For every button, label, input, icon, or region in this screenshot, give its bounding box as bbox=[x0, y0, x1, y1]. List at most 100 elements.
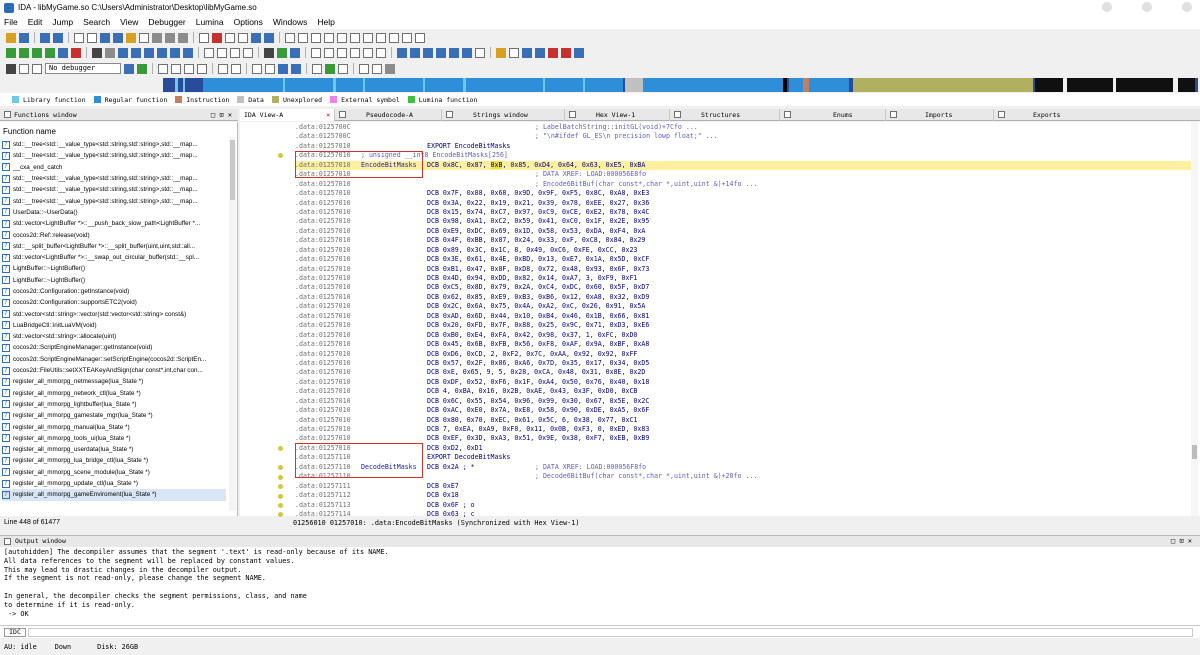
navigation-band[interactable] bbox=[163, 78, 1198, 92]
code-line[interactable]: .data:01257010 DCB 4, 0xBA, 0x16, 0x2B, 0… bbox=[295, 387, 1195, 396]
code-line[interactable]: .data:01257010 DCB 0xDF, 0x52, 0xF6, 0x1F… bbox=[295, 378, 1195, 387]
trace-icon[interactable] bbox=[225, 32, 235, 43]
xref3-icon[interactable] bbox=[144, 47, 154, 58]
function-list-item[interactable]: f std::vector<LightBuffer *>::__swap_out_… bbox=[2, 252, 226, 263]
delete-icon[interactable] bbox=[71, 47, 81, 58]
xref2-icon[interactable] bbox=[131, 47, 141, 58]
func-icon[interactable] bbox=[92, 47, 102, 58]
function-list-item[interactable]: f register_all_mmorpg_update_ctl(lua_Stat… bbox=[2, 478, 226, 489]
find-error-icon[interactable] bbox=[415, 32, 425, 43]
menu-windows[interactable]: Windows bbox=[273, 17, 307, 27]
xref-icon[interactable] bbox=[118, 47, 128, 58]
stop-icon[interactable] bbox=[32, 63, 42, 74]
code-line[interactable]: .data:0125700C ; LabelBatchString::initGL… bbox=[295, 123, 1195, 132]
add2-icon[interactable] bbox=[19, 47, 29, 58]
tool2-icon[interactable] bbox=[324, 47, 334, 58]
code-line[interactable]: .data:01257010 DCB 0x45, 0x6B, 0xFB, 0x56… bbox=[295, 340, 1195, 349]
tab-hexview[interactable]: Hex View-1 bbox=[565, 108, 670, 121]
code-line[interactable]: .data:01257010 DCB 0x98, 0xA1, 0xC2, 0x59… bbox=[295, 217, 1195, 226]
code-line[interactable]: .data:01257010 DCB 0x57, 0x2F, 0x86, 0xA6… bbox=[295, 359, 1195, 368]
function-list-item[interactable]: f LightBuffer::~LightBuffer() bbox=[2, 275, 226, 286]
patch-icon[interactable] bbox=[126, 32, 136, 43]
tab-enums[interactable]: Enums bbox=[780, 108, 886, 121]
menu-debugger[interactable]: Debugger bbox=[148, 17, 185, 27]
code-line[interactable]: .data:01257010 EXPORT EncodeBitMasks bbox=[295, 142, 1195, 151]
code-line[interactable]: .data:01257010; DATA XREF: LOAD:000056E8… bbox=[295, 170, 1195, 179]
code-line[interactable]: .data:01257010 DCB 0x89, 0x3C, 0x1C, 8, 0… bbox=[295, 246, 1195, 255]
find-icon[interactable] bbox=[285, 32, 295, 43]
code-line[interactable]: .data:01257010 DCB 0xB0, 0xE4, 0xFA, 0x42… bbox=[295, 331, 1195, 340]
code-line[interactable]: .data:01257010 DCB 0xB1, 0x47, 0x8F, 0xD8… bbox=[295, 265, 1195, 274]
pause-icon[interactable] bbox=[19, 63, 29, 74]
function-list-item[interactable]: f __cxa_end_catch bbox=[2, 162, 226, 173]
forward-icon[interactable] bbox=[53, 32, 63, 43]
function-list-item[interactable]: f LuaBridgeCtl::initLuaVM(void) bbox=[2, 320, 226, 331]
menu-help[interactable]: Help bbox=[317, 17, 334, 27]
code-line[interactable]: .data:01257111 DCB 0xE7 bbox=[295, 482, 1195, 491]
function-list-item[interactable]: f register_all_mmorpg_lua_bridge_ctl(lua_… bbox=[2, 455, 226, 466]
function-list-item[interactable]: f std::vector<std::string>::vector(std::v… bbox=[2, 308, 226, 319]
list2-icon[interactable] bbox=[217, 47, 227, 58]
selected-value[interactable]: 0xB bbox=[490, 160, 503, 169]
function-list-item[interactable]: f std::__tree<std::__value_type<std::stri… bbox=[2, 184, 226, 195]
func2-icon[interactable] bbox=[105, 47, 115, 58]
code-line[interactable]: .data:01257010 DCB 0xE, 0x65, 9, 5, 0x28,… bbox=[295, 368, 1195, 377]
find-code-icon[interactable] bbox=[350, 32, 360, 43]
function-list-item[interactable]: f cocos2d::ScriptEngineManager::setScript… bbox=[2, 354, 226, 365]
function-list-item[interactable]: f register_all_mmorpg_manual(lua_State *) bbox=[2, 421, 226, 432]
function-list-item[interactable]: f std::__tree<std::__value_type<std::stri… bbox=[2, 150, 226, 161]
op2-icon[interactable] bbox=[410, 47, 420, 58]
tab-ida-view[interactable]: IDA View-A ✕ bbox=[240, 108, 335, 121]
find-imm-icon[interactable] bbox=[337, 32, 347, 43]
maximize-button[interactable] bbox=[1142, 2, 1152, 12]
function-list-item[interactable]: f std::__tree<std::__value_type<std::stri… bbox=[2, 195, 226, 206]
find-next-icon[interactable] bbox=[298, 32, 308, 43]
code-line[interactable]: .data:01257010 DCB 0x4D, 0x94, 0xDD, 0x82… bbox=[295, 274, 1195, 283]
code-line[interactable]: .data:01257010 DCB 0x3E, 0x61, 0x4E, 0xBD… bbox=[295, 255, 1195, 264]
struct-icon[interactable] bbox=[58, 47, 68, 58]
list4-icon[interactable] bbox=[243, 47, 253, 58]
text-icon[interactable] bbox=[199, 32, 209, 43]
code-line[interactable]: .data:01257010 DCB 0xEF, 0x3D, 0xA3, 0x51… bbox=[295, 434, 1195, 443]
proximity-icon[interactable] bbox=[264, 32, 274, 43]
debugger-select[interactable]: No debugger bbox=[45, 63, 121, 74]
trace8-icon[interactable] bbox=[325, 63, 335, 74]
open-icon[interactable] bbox=[6, 32, 16, 43]
ida-view-scrollbar[interactable] bbox=[1191, 122, 1198, 516]
find-expl-icon[interactable] bbox=[389, 32, 399, 43]
code-line[interactable]: .data:01257010; unsigned __int8 EncodeBi… bbox=[295, 151, 1195, 160]
tab-exports[interactable]: Exports bbox=[994, 109, 1100, 121]
tool3-icon[interactable] bbox=[337, 47, 347, 58]
function-list-item[interactable]: f std::vector<std::string>::allocate(uint… bbox=[2, 331, 226, 342]
seg5-icon[interactable] bbox=[548, 47, 558, 58]
find-unexp-icon[interactable] bbox=[376, 32, 386, 43]
code-line[interactable]: .data:01257010 DCB 7, 0xEA, 0xA9, 0xF8, 0… bbox=[295, 425, 1195, 434]
function-list-item[interactable]: f UserData::~UserData() bbox=[2, 207, 226, 218]
xref5-icon[interactable] bbox=[170, 47, 180, 58]
trace1-icon[interactable] bbox=[218, 63, 228, 74]
breakpoint-icon[interactable] bbox=[212, 32, 222, 43]
tool6-icon[interactable] bbox=[376, 47, 386, 58]
find-bin-icon[interactable] bbox=[324, 32, 334, 43]
tab-strings[interactable]: Strings window bbox=[442, 108, 565, 121]
xref6-icon[interactable] bbox=[183, 47, 193, 58]
seg-icon[interactable] bbox=[496, 47, 506, 58]
code-line[interactable]: .data:01257010 DCB 0x20, 0xFD, 0x7F, 0x88… bbox=[295, 321, 1195, 330]
seg2-icon[interactable] bbox=[509, 47, 519, 58]
jump-icon[interactable] bbox=[113, 32, 123, 43]
code-line[interactable]: .data:01257112 DCB 0x18 bbox=[295, 491, 1195, 500]
list-icon[interactable] bbox=[204, 47, 214, 58]
trace12-icon[interactable] bbox=[385, 63, 395, 74]
find-data-icon[interactable] bbox=[363, 32, 373, 43]
code-line[interactable]: .data:01257010 DCB 0x62, 0x85, 0xE9, 0xB3… bbox=[295, 293, 1195, 302]
function-list-item[interactable]: f register_all_mmorpg_userdata(lua_State … bbox=[2, 444, 226, 455]
code-line[interactable]: .data:01257010 DCB 0x3A, 0x22, 0x19, 0x21… bbox=[295, 199, 1195, 208]
trace4-icon[interactable] bbox=[265, 63, 275, 74]
command-input[interactable] bbox=[28, 628, 1193, 637]
code-line[interactable]: .data:01257010 DCB 0xE9, 0xDC, 0x69, 0x1D… bbox=[295, 227, 1195, 236]
trace6-icon[interactable] bbox=[291, 63, 301, 74]
functions-scrollbar[interactable] bbox=[229, 137, 236, 511]
function-list-item[interactable]: f std::__tree<std::__value_type<std::stri… bbox=[2, 173, 226, 184]
code-line[interactable]: .data:01257010 DCB 0xD6, 0xCD, 2, 0xF2, 0… bbox=[295, 350, 1195, 359]
back-icon[interactable] bbox=[40, 32, 50, 43]
